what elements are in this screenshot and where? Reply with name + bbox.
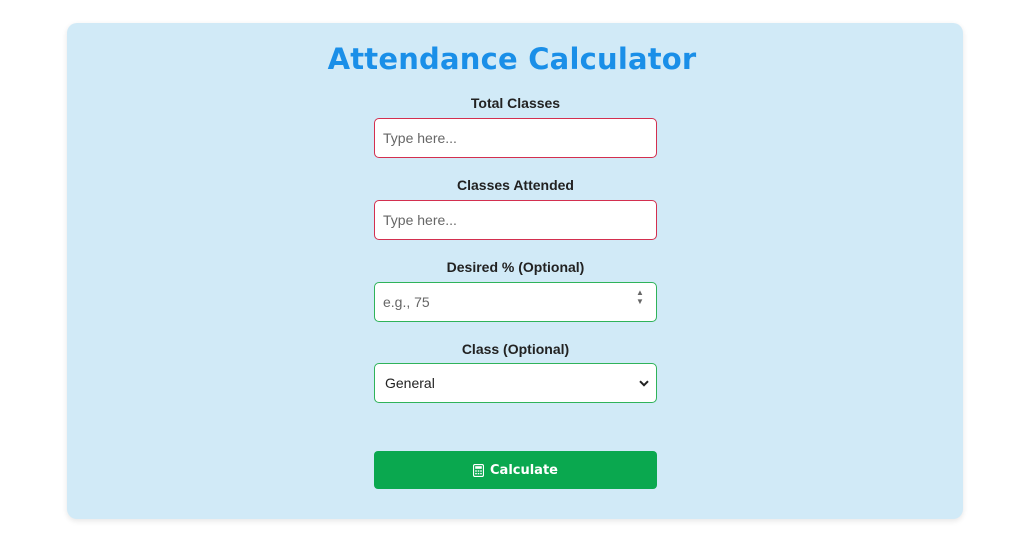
class-label: Class (Optional) bbox=[461, 341, 570, 357]
total-classes-label: Total Classes bbox=[470, 95, 561, 111]
spin-down-icon[interactable]: ▼ bbox=[633, 297, 647, 306]
total-classes-input[interactable] bbox=[374, 118, 657, 158]
class-select[interactable]: General bbox=[374, 363, 657, 403]
page-title: Attendance Calculator bbox=[327, 42, 697, 76]
number-spinner[interactable]: ▲ ▼ bbox=[633, 288, 647, 314]
spin-up-icon[interactable]: ▲ bbox=[633, 288, 647, 297]
chevron-down-icon bbox=[638, 364, 650, 402]
calculator-icon bbox=[472, 463, 485, 477]
calculate-button[interactable]: Calculate bbox=[374, 451, 657, 489]
desired-percent-input[interactable] bbox=[374, 282, 657, 322]
class-select-value: General bbox=[385, 375, 435, 391]
classes-attended-label: Classes Attended bbox=[457, 177, 574, 193]
desired-percent-label: Desired % (Optional) bbox=[446, 259, 585, 275]
calculate-button-label: Calculate bbox=[490, 462, 558, 478]
classes-attended-input[interactable] bbox=[374, 200, 657, 240]
